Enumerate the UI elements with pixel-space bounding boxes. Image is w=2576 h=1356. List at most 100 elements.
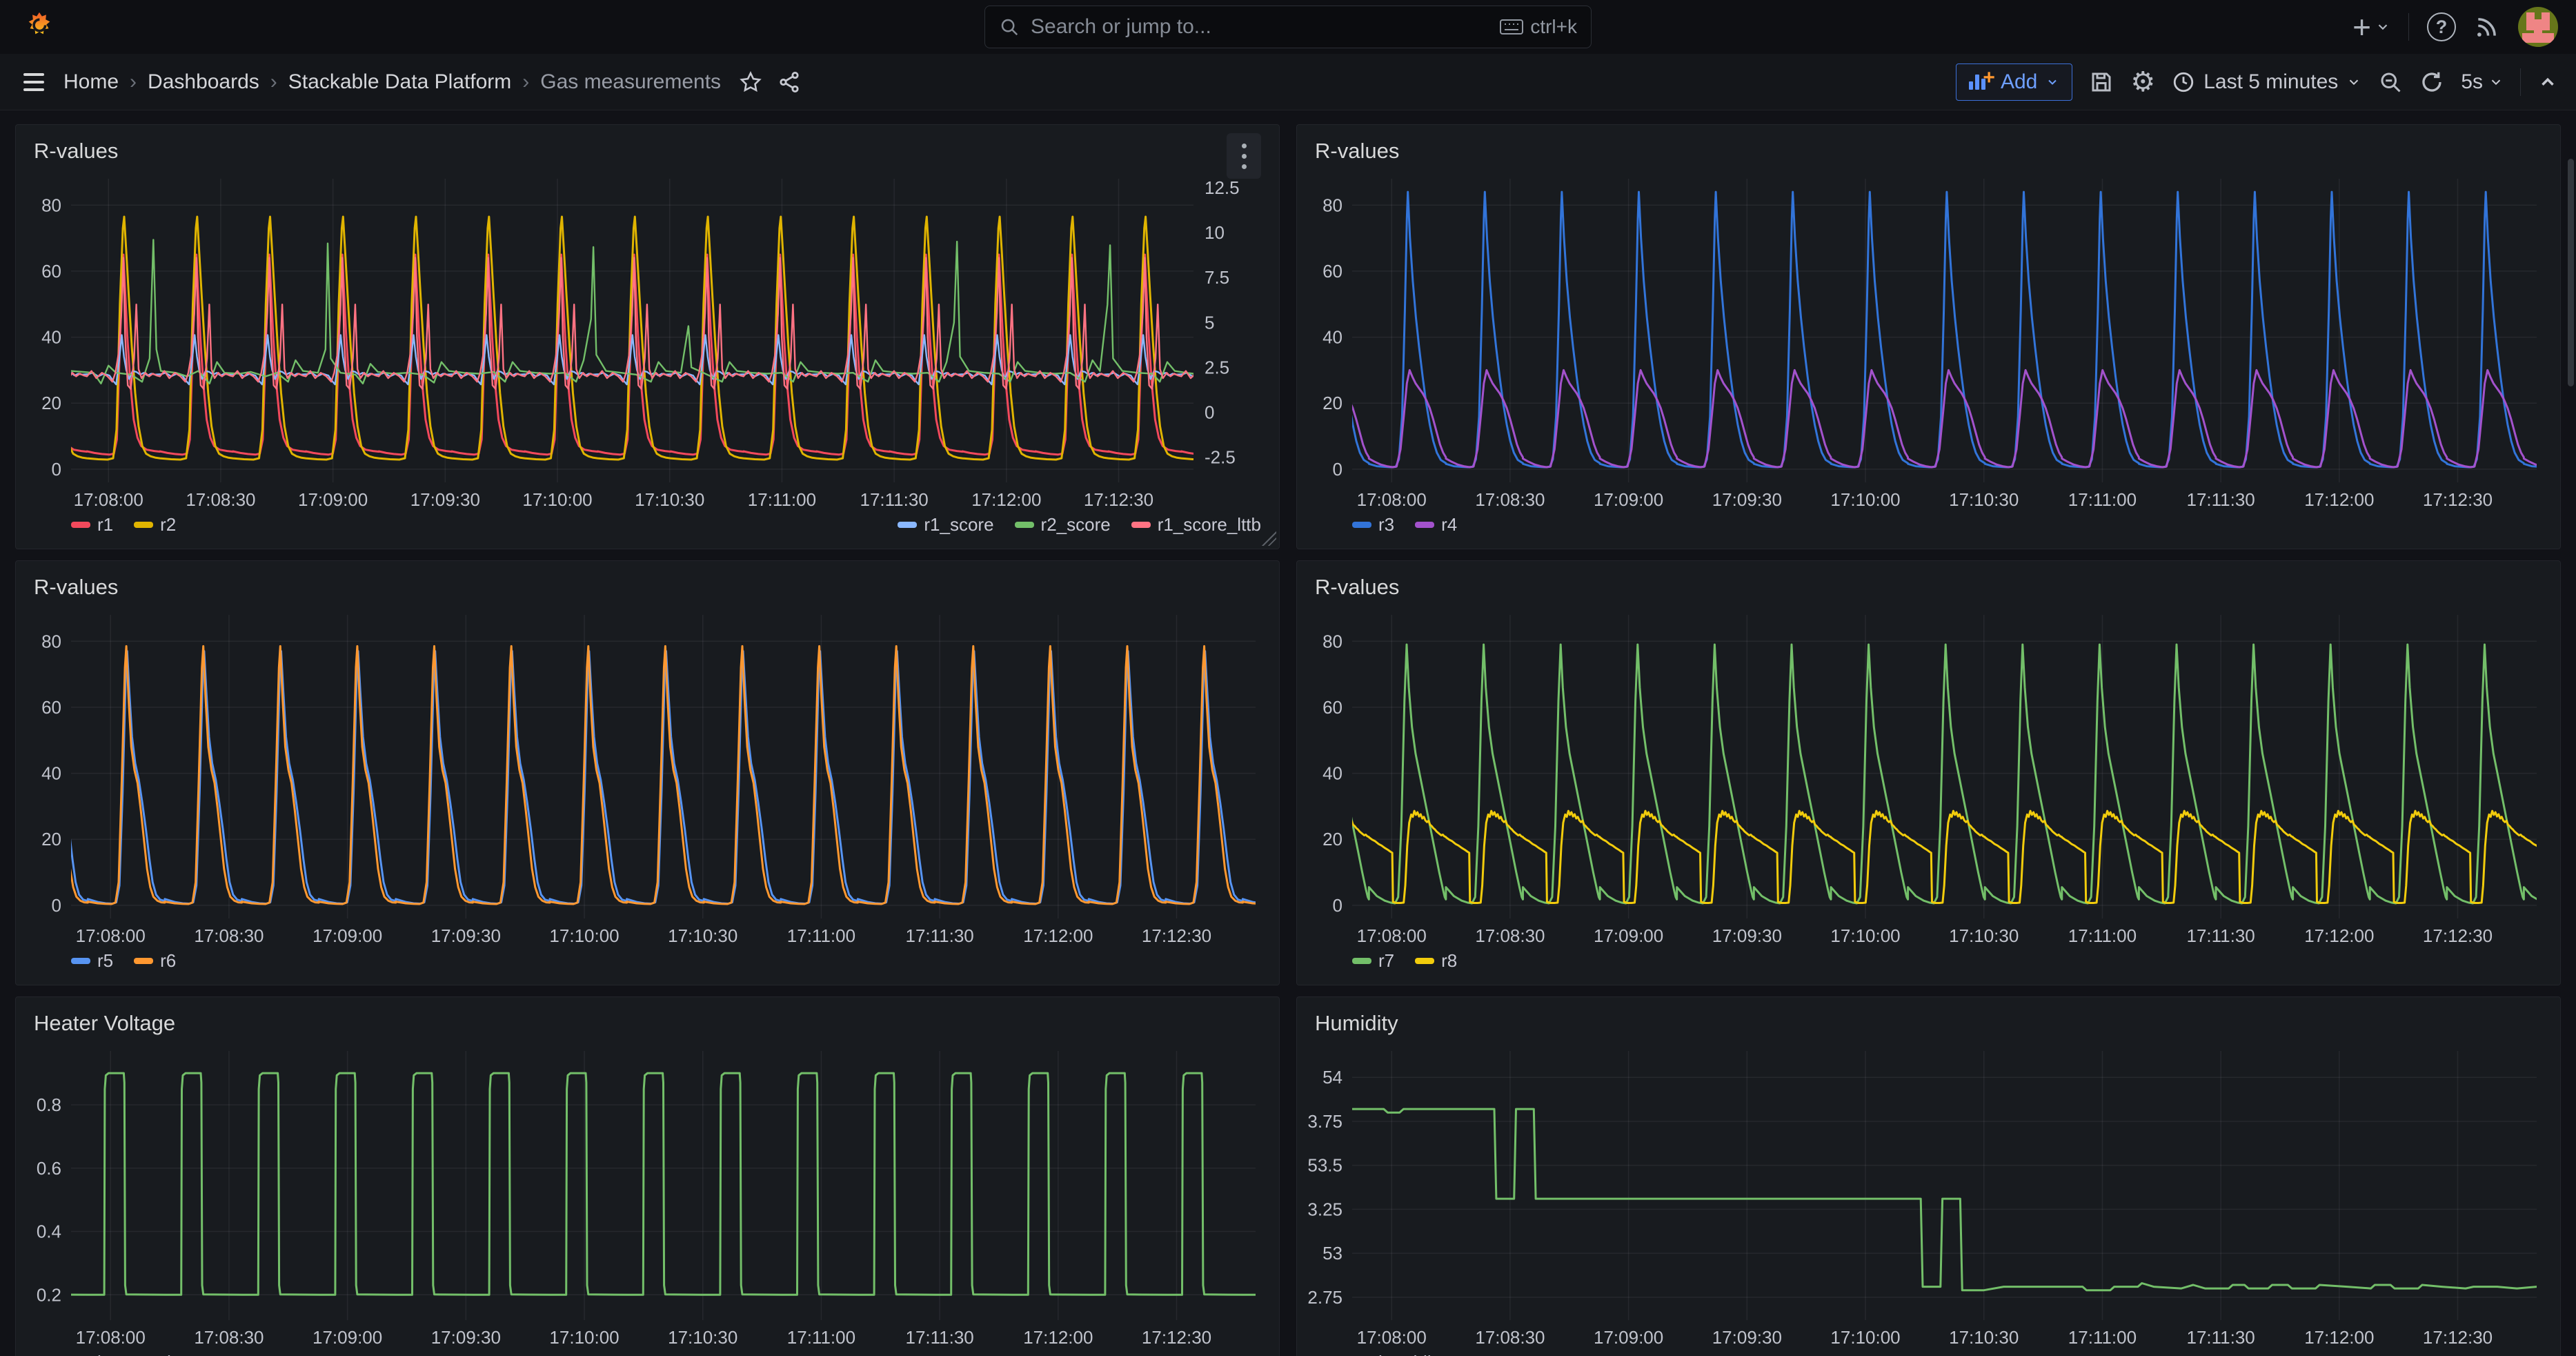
help-icon[interactable]: ? [2427, 12, 2456, 41]
search-shortcut: ctrl+k [1500, 16, 1577, 38]
legend-label: r2 [160, 514, 176, 535]
legend-label: heatervoltage [97, 1352, 206, 1356]
x-axis-tick-label: 17:10:30 [1949, 925, 2019, 946]
y-axis-tick-label: 60 [1322, 261, 1343, 282]
favorite-star-icon[interactable] [739, 70, 762, 94]
menu-toggle-icon[interactable] [18, 68, 50, 97]
panel-title[interactable]: R-values [1308, 133, 2549, 169]
panel-title[interactable]: R-values [27, 569, 1268, 605]
legend-item-r7[interactable]: r7 [1352, 950, 1394, 972]
panel-chart[interactable]: 02040608017:08:0017:08:3017:09:0017:09:3… [27, 605, 1268, 949]
panel-chart[interactable]: 0.20.40.60.817:08:0017:08:3017:09:0017:0… [27, 1041, 1268, 1350]
x-axis-tick-label: 17:10:30 [668, 1327, 737, 1348]
panel-title[interactable]: Humidity [1308, 1005, 2549, 1041]
refresh-interval-picker[interactable]: 5s [2461, 70, 2504, 94]
y-axis-tick-label: 80 [1322, 195, 1343, 215]
panel-title[interactable]: R-values [1308, 569, 2549, 605]
x-axis-tick-label: 17:12:00 [971, 489, 1041, 510]
y-axis-tick-label: 60 [41, 697, 61, 718]
panel-resize-handle[interactable] [1261, 531, 1276, 546]
x-axis-tick-label: 17:11:30 [905, 1327, 973, 1348]
legend-swatch-icon [1015, 522, 1034, 528]
legend-item-r3[interactable]: r3 [1352, 514, 1394, 535]
x-axis-tick-label: 17:10:00 [549, 1327, 619, 1348]
chevron-down-icon [2488, 75, 2504, 90]
legend-item-r5[interactable]: r5 [71, 950, 113, 972]
legend-label: r5 [97, 950, 113, 972]
panel-menu-icon[interactable] [1227, 133, 1261, 179]
y-axis-tick-label: 60 [1322, 697, 1343, 718]
series-line-humidity [1352, 1109, 2537, 1290]
y-axis-tick-label: 40 [41, 327, 61, 348]
legend-item-heatervoltage[interactable]: heatervoltage [71, 1352, 206, 1356]
add-button[interactable]: + Add [1956, 63, 2072, 101]
refresh-icon[interactable] [2419, 70, 2444, 95]
series-line-r3 [1308, 192, 2549, 467]
user-avatar[interactable] [2518, 7, 2558, 47]
y-axis-tick-label: 20 [41, 393, 61, 413]
scrollbar[interactable] [2568, 159, 2574, 386]
new-button[interactable]: + [2352, 11, 2390, 43]
legend-item-r2[interactable]: r2 [134, 514, 176, 535]
legend-item-r6[interactable]: r6 [134, 950, 176, 972]
panel-title[interactable]: Heater Voltage [27, 1005, 1268, 1041]
y-axis-tick-label: 80 [41, 195, 61, 215]
legend-item-r8[interactable]: r8 [1415, 950, 1457, 972]
legend-item-r2_score[interactable]: r2_score [1015, 514, 1111, 535]
y-axis-tick-label: 0.6 [37, 1158, 61, 1179]
x-axis-tick-label: 17:09:30 [1712, 925, 1782, 946]
collapse-toolbar-icon[interactable] [2537, 72, 2558, 92]
refresh-interval-label: 5s [2461, 70, 2483, 94]
breadcrumb-dashboards[interactable]: Dashboards [148, 70, 259, 94]
panel-legend: r7 r8 [1308, 949, 2549, 972]
panel-chart[interactable]: 020406080-2.502.557.51012.517:08:0017:08… [27, 169, 1268, 513]
y-axis-tick-label: 54 [1322, 1067, 1343, 1088]
x-axis-tick-label: 17:11:30 [2186, 489, 2255, 510]
save-dashboard-icon[interactable] [2089, 70, 2114, 95]
x-axis-tick-label: 17:11:00 [2068, 1327, 2137, 1348]
x-axis-tick-label: 17:09:30 [1712, 1327, 1782, 1348]
legend-item-r1[interactable]: r1 [71, 514, 113, 535]
x-axis-tick-label: 17:09:00 [1594, 925, 1663, 946]
breadcrumb-home[interactable]: Home [63, 70, 119, 94]
panel-title[interactable]: R-values [27, 133, 1268, 169]
x-axis-tick-label: 17:12:30 [2423, 925, 2493, 946]
y-axis-tick-label: 0.8 [37, 1094, 61, 1115]
search-icon [999, 17, 1020, 37]
search-input[interactable]: Search or jump to... ctrl+k [984, 6, 1592, 48]
y-axis-tick-label: 60 [41, 261, 61, 282]
plus-icon: + [2352, 11, 2371, 43]
y-axis-tick-label: 40 [1322, 327, 1343, 348]
zoom-out-icon[interactable] [2378, 70, 2403, 95]
y-axis-right-tick-label: 2.5 [1205, 357, 1229, 377]
chevron-down-icon [2375, 19, 2390, 35]
panel: R-values02040608017:08:0017:08:3017:09:0… [1296, 560, 2561, 985]
x-axis-tick-label: 17:10:30 [668, 925, 737, 946]
grafana-logo-icon[interactable] [23, 11, 55, 43]
legend-label: r4 [1441, 514, 1457, 535]
panel-chart[interactable]: 02040608017:08:0017:08:3017:09:0017:09:3… [1308, 169, 2549, 513]
y-axis-tick-label: 53.5 [1308, 1155, 1343, 1176]
legend-item-r1_score_lttb[interactable]: r1_score_lttb [1131, 514, 1261, 535]
legend-swatch-icon [1352, 522, 1371, 528]
legend-item-r1_score[interactable]: r1_score [898, 514, 993, 535]
legend-item-humidity[interactable]: humidity [1352, 1352, 1445, 1356]
panel-chart[interactable]: 52.755353.2553.553.755417:08:0017:08:301… [1308, 1041, 2549, 1350]
keyboard-icon [1500, 19, 1523, 35]
y-axis-tick-label: 20 [41, 829, 61, 849]
settings-gear-icon[interactable]: ⚙ [2130, 68, 2155, 96]
panel-chart[interactable]: 02040608017:08:0017:08:3017:09:0017:09:3… [1308, 605, 2549, 949]
breadcrumb-folder[interactable]: Stackable Data Platform [288, 70, 511, 94]
y-axis-right-tick-label: -2.5 [1205, 447, 1236, 468]
legend-item-r4[interactable]: r4 [1415, 514, 1457, 535]
x-axis-tick-label: 17:11:30 [905, 925, 973, 946]
share-icon[interactable] [777, 70, 801, 94]
x-axis-tick-label: 17:12:00 [2304, 1327, 2374, 1348]
time-range-picker[interactable]: Last 5 minutes [2172, 70, 2361, 94]
legend-swatch-icon [71, 522, 90, 528]
news-rss-icon[interactable] [2474, 14, 2500, 40]
x-axis-tick-label: 17:10:00 [549, 925, 619, 946]
x-axis-tick-label: 17:08:30 [1475, 1327, 1545, 1348]
chevron-down-icon [2045, 75, 2059, 89]
panel-legend: r1 r2 r1_score r2_score r1_score_lttb [27, 513, 1268, 535]
